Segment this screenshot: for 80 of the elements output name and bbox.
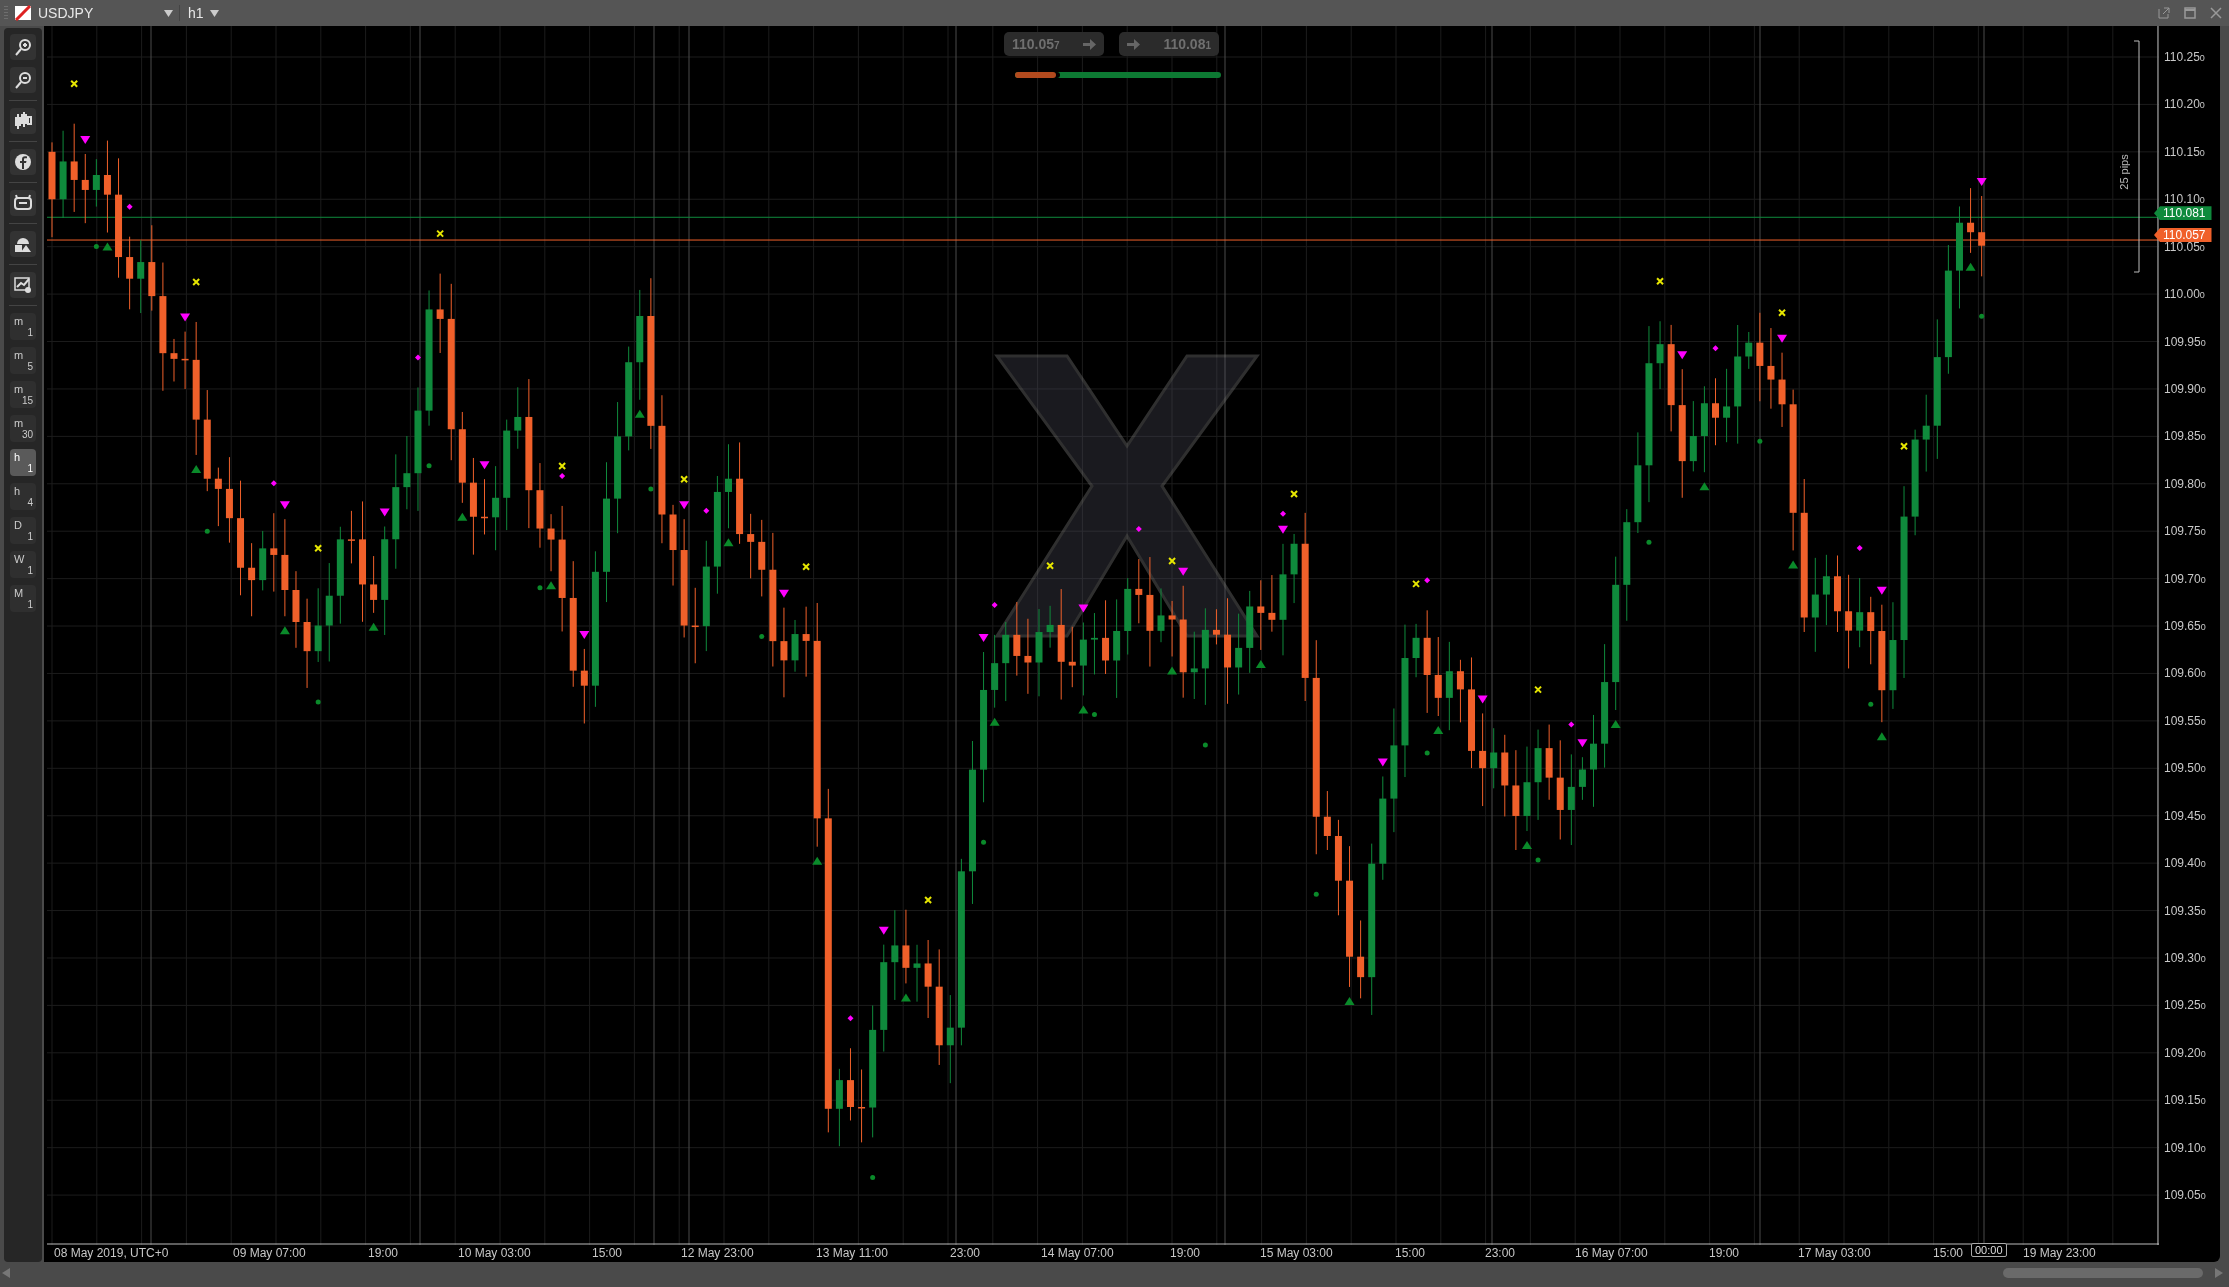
time-axis-label: 23:00 bbox=[950, 1246, 981, 1260]
price-axis-label: 109.150 bbox=[2164, 1093, 2206, 1107]
time-axis-label: 23:00 bbox=[1485, 1246, 1516, 1260]
pips-label: 25 pips bbox=[2117, 154, 2130, 190]
time-axis-label: 15:00 bbox=[592, 1246, 623, 1260]
time-axis-label: 19:00 bbox=[1170, 1246, 1201, 1260]
time-axis-label: 08 May 2019, UTC+0 bbox=[54, 1246, 169, 1260]
price-axis-label: 109.300 bbox=[2164, 951, 2206, 965]
timeframe-button[interactable]: M 1 bbox=[10, 585, 36, 612]
candlestick-button[interactable] bbox=[10, 108, 36, 134]
price-axis-label: 109.700 bbox=[2164, 572, 2206, 586]
time-axis-label: 12 May 23:00 bbox=[681, 1246, 754, 1260]
time-axis-label: 15:00 bbox=[1395, 1246, 1426, 1260]
price-axis-label: 109.350 bbox=[2164, 904, 2206, 918]
price-axis-label: 109.900 bbox=[2164, 382, 2206, 396]
timeframe-button[interactable]: h 4 bbox=[10, 483, 36, 510]
price-axis-label: 109.550 bbox=[2164, 714, 2206, 728]
price-axis-label: 109.850 bbox=[2164, 429, 2206, 443]
timeframe-button[interactable]: h 1 bbox=[10, 449, 36, 476]
price-axis-label: 110.000 bbox=[2164, 287, 2205, 301]
time-axis-label: 15:00 bbox=[1933, 1246, 1964, 1260]
price-axis-label: 109.450 bbox=[2164, 809, 2206, 823]
time-axis-label: 15 May 03:00 bbox=[1260, 1246, 1333, 1260]
chart-settings-button[interactable] bbox=[10, 272, 36, 298]
zoom-out-button[interactable] bbox=[10, 67, 36, 93]
timeframe-button[interactable]: m 30 bbox=[10, 415, 36, 442]
robot-icon bbox=[13, 193, 33, 213]
time-cursor-label: 00:00 bbox=[1971, 1243, 2007, 1257]
time-axis-label: 19 May 23:00 bbox=[2023, 1246, 2096, 1260]
timeframe-button[interactable]: m 15 bbox=[10, 381, 36, 408]
price-axis-label: 110.200 bbox=[2164, 97, 2205, 111]
time-axis-label: 19:00 bbox=[1709, 1246, 1740, 1260]
dropdown-caret-icon[interactable] bbox=[209, 9, 219, 17]
time-axis-label: 19:00 bbox=[368, 1246, 399, 1260]
time-axis-label: 10 May 03:00 bbox=[458, 1246, 531, 1260]
time-axis-label: 16 May 07:00 bbox=[1575, 1246, 1648, 1260]
arrow-right-icon bbox=[1127, 38, 1140, 50]
time-axis-label: 17 May 03:00 bbox=[1798, 1246, 1871, 1260]
timeframe-button[interactable]: W 1 bbox=[10, 551, 36, 578]
price-axis-label: 109.800 bbox=[2164, 477, 2206, 491]
maximize-icon[interactable] bbox=[2183, 6, 2197, 20]
scrollbar-thumb[interactable] bbox=[2003, 1268, 2203, 1278]
symbol-selector[interactable]: USDJPY bbox=[38, 5, 158, 21]
pop-out-icon[interactable] bbox=[2157, 6, 2171, 20]
timeframe-button[interactable]: m 1 bbox=[10, 313, 36, 340]
price-axis-label: 109.100 bbox=[2164, 1141, 2206, 1155]
candlestick-icon bbox=[13, 111, 33, 131]
price-axis-label: 109.750 bbox=[2164, 524, 2206, 538]
time-axis-label: 09 May 07:00 bbox=[233, 1246, 306, 1260]
price-axis-label: 109.950 bbox=[2164, 335, 2206, 348]
price-axis-label: 109.200 bbox=[2164, 1046, 2206, 1060]
shapes-button[interactable] bbox=[10, 231, 36, 257]
time-axis-label: 14 May 07:00 bbox=[1041, 1246, 1114, 1260]
price-axis-label: 110.050 bbox=[2164, 240, 2205, 254]
chart-settings-icon bbox=[13, 275, 33, 295]
ask-price-tag: 110.081 bbox=[2154, 206, 2212, 221]
dropdown-caret-icon[interactable] bbox=[164, 9, 173, 17]
zoom-out-icon bbox=[13, 70, 33, 90]
price-axis-label: 110.100 bbox=[2164, 192, 2205, 206]
zoom-in-icon bbox=[13, 37, 33, 57]
facebook-button[interactable] bbox=[10, 149, 36, 175]
timeframe-selector[interactable]: h1 bbox=[179, 5, 204, 21]
timeframe-button[interactable]: D 1 bbox=[10, 517, 36, 544]
facebook-icon bbox=[13, 152, 33, 172]
close-icon[interactable] bbox=[2209, 6, 2223, 20]
robot-button[interactable] bbox=[10, 190, 36, 216]
time-axis-label: 13 May 11:00 bbox=[816, 1246, 888, 1260]
bid-price-tag: 110.057 bbox=[2154, 228, 2212, 243]
price-axis-label: 110.150 bbox=[2164, 145, 2205, 159]
price-axis-label: 109.050 bbox=[2164, 1188, 2206, 1202]
arrow-right-icon bbox=[1083, 38, 1096, 50]
price-axis-label: 109.600 bbox=[2164, 666, 2206, 680]
price-axis-label: 110.250 bbox=[2164, 50, 2205, 64]
zoom-in-button[interactable] bbox=[10, 34, 36, 60]
symbol-flag-icon bbox=[14, 5, 32, 21]
price-axis-label: 109.500 bbox=[2164, 761, 2206, 775]
price-axis-label: 109.400 bbox=[2164, 856, 2206, 870]
price-axis-label: 109.250 bbox=[2164, 998, 2206, 1012]
timeframe-button[interactable]: m 5 bbox=[10, 347, 36, 374]
price-axis-label: 109.650 bbox=[2164, 619, 2206, 633]
